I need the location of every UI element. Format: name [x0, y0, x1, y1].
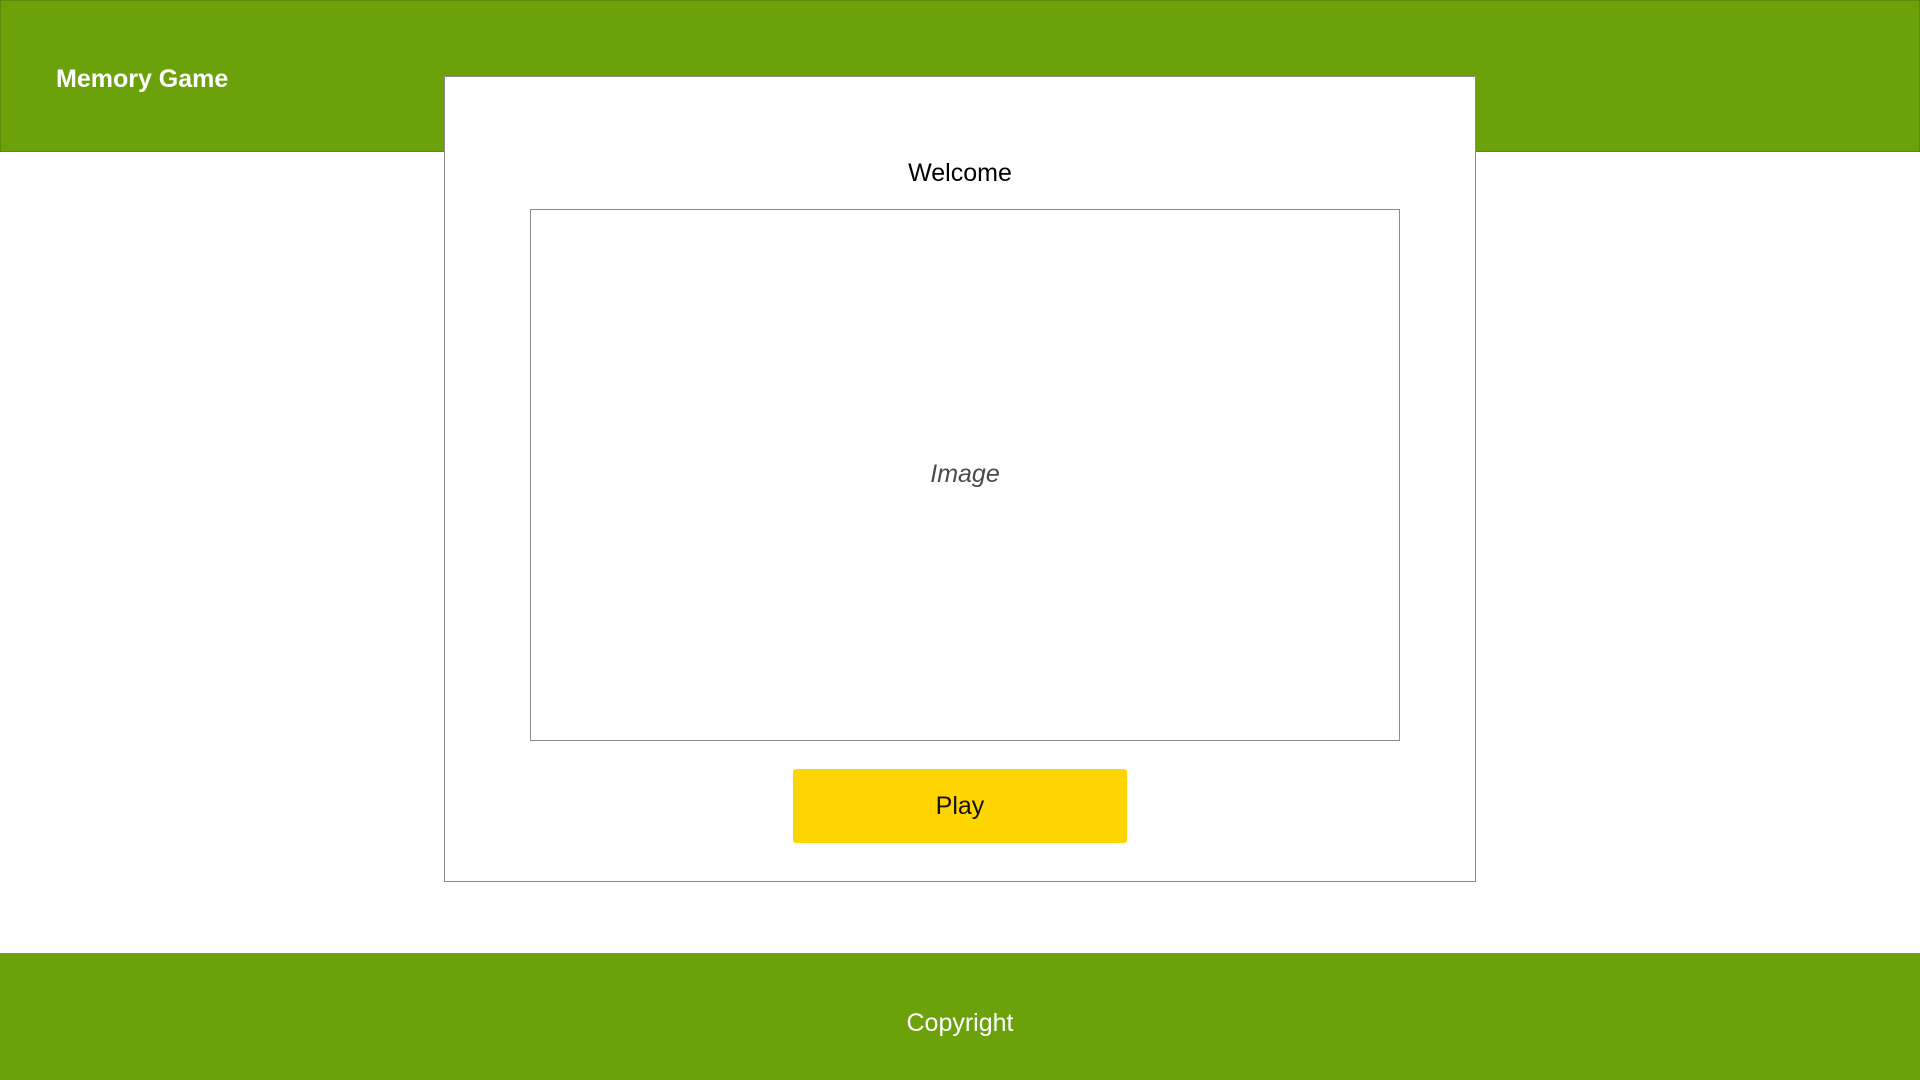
app-title: Memory Game: [56, 65, 229, 93]
welcome-card: Welcome Image Play: [444, 76, 1476, 882]
welcome-heading: Welcome: [908, 159, 1012, 187]
page: Memory Game Welcome Image Play Copyright: [0, 0, 1920, 1080]
image-placeholder: Image: [530, 209, 1400, 741]
image-placeholder-label: Image: [930, 460, 1000, 488]
copyright-text: Copyright: [906, 1009, 1014, 1037]
app-footer: Copyright: [0, 953, 1920, 1080]
play-button[interactable]: Play: [793, 769, 1127, 843]
